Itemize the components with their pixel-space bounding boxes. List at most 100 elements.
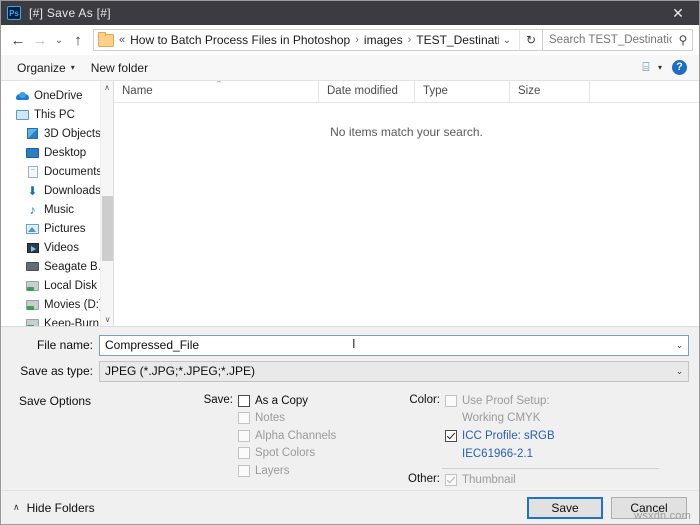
view-layout-icon[interactable]: ⌸ <box>638 60 654 75</box>
hide-folders-button[interactable]: ∧ Hide Folders <box>13 501 95 515</box>
save-as-type-row: Save as type: JPEG (*.JPG;*.JPEG;*.JPE) … <box>11 360 689 382</box>
sidebar-item-pictures[interactable]: Pictures <box>1 219 113 238</box>
navigation-pane: OneDrive This PC 3D Objects Desktop Docu… <box>1 81 113 326</box>
dialog-footer: ∧ Hide Folders Save Cancel <box>1 490 699 524</box>
new-folder-label: New folder <box>90 60 149 75</box>
column-header-name-label: Name <box>122 85 153 97</box>
checkbox-use-proof-setup <box>445 394 457 407</box>
pictures-icon <box>25 223 40 234</box>
sidebar-item-label: Movies (D:) <box>44 298 103 311</box>
sidebar-item-documents[interactable]: Documents <box>1 162 113 181</box>
external-drive-icon <box>25 262 40 271</box>
icc-profile-row: ICC Profile: sRGB <box>408 429 689 447</box>
breadcrumb-overflow-icon[interactable]: « <box>118 34 128 46</box>
alpha-channels-label: Alpha Channels <box>255 429 337 442</box>
sidebar-item-label: Documents <box>44 165 103 178</box>
sidebar-scrollbar[interactable]: ∧ ∨ <box>100 81 113 326</box>
sidebar-item-this-pc[interactable]: This PC <box>1 105 113 124</box>
chevron-down-icon[interactable]: ▾ <box>658 63 662 72</box>
color-options-group: Color: Use Proof Setup: Working CMYK ICC… <box>396 394 689 491</box>
save-as-dialog: Ps [#] Save As [#] ✕ ← → ⌄ ↑ « How to Ba… <box>0 0 700 525</box>
file-name-label: File name: <box>36 338 93 352</box>
breadcrumb-item-0[interactable]: How to Batch Process Files in Photoshop <box>128 33 352 47</box>
save-button[interactable]: Save <box>527 496 603 519</box>
window-title: [#] Save As [#] <box>29 6 111 20</box>
checkbox-as-a-copy[interactable] <box>238 394 250 407</box>
sidebar-item-seagate-backup[interactable]: Seagate Backup <box>1 257 113 276</box>
breadcrumb-separator-icon: › <box>355 34 359 46</box>
chevron-down-icon[interactable]: ⌄ <box>671 340 688 351</box>
save-alpha-channels-row: Alpha Channels <box>201 429 396 447</box>
scrollbar-thumb[interactable] <box>102 196 113 261</box>
navigation-bar: ← → ⌄ ↑ « How to Batch Process Files in … <box>1 25 699 55</box>
use-proof-setup-label: Use Proof Setup: <box>462 394 550 407</box>
sidebar-item-local-disk-c[interactable]: Local Disk (C:) <box>1 276 113 295</box>
refresh-icon[interactable]: ↻ <box>519 30 542 50</box>
organize-label: Organize <box>17 60 66 75</box>
scroll-up-icon[interactable]: ∧ <box>101 81 113 94</box>
video-icon <box>25 242 40 253</box>
back-icon[interactable]: ← <box>7 29 29 51</box>
organize-button[interactable]: Organize ▾ <box>9 59 83 77</box>
address-bar[interactable]: « How to Batch Process Files in Photosho… <box>93 29 543 51</box>
column-header-name[interactable]: Name ⌃ <box>114 81 319 102</box>
other-group-label: Other: <box>408 472 440 485</box>
empty-list-message: No items match your search. <box>330 125 483 139</box>
save-as-type-select[interactable]: JPEG (*.JPG;*.JPEG;*.JPE) ⌄ <box>99 360 689 382</box>
help-icon[interactable]: ? <box>672 60 687 75</box>
thumbnail-row: Other: Thumbnail <box>408 473 689 491</box>
column-header-size[interactable]: Size <box>510 81 590 102</box>
close-icon[interactable]: ✕ <box>657 1 699 25</box>
breadcrumb-separator-icon: › <box>407 34 412 46</box>
chevron-down-icon[interactable]: ⌄ <box>671 366 688 377</box>
breadcrumb-item-1[interactable]: images <box>362 33 405 47</box>
column-header-row: Name ⌃ Date modified Type Size <box>114 81 699 103</box>
checkbox-layers <box>238 464 250 477</box>
recent-locations-icon[interactable]: ⌄ <box>51 29 67 51</box>
folder-icon <box>98 31 114 47</box>
scroll-down-icon[interactable]: ∨ <box>101 313 113 326</box>
checkbox-icc-profile[interactable] <box>445 430 457 442</box>
sidebar-item-desktop[interactable]: Desktop <box>1 143 113 162</box>
sidebar-item-label: Desktop <box>44 146 87 159</box>
sidebar-item-videos[interactable]: Videos <box>1 238 113 257</box>
column-header-type[interactable]: Type <box>415 81 510 102</box>
sidebar-item-downloads[interactable]: ⬇ Downloads <box>1 181 113 200</box>
sidebar-item-label: 3D Objects <box>44 127 101 140</box>
search-input[interactable] <box>543 33 674 47</box>
sidebar-item-music[interactable]: ♪ Music <box>1 200 113 219</box>
breadcrumb-item-2[interactable]: TEST_Destination <box>414 33 498 47</box>
cancel-button[interactable]: Cancel <box>611 496 687 519</box>
file-name-row: File name: Compressed_File I ⌄ <box>11 334 689 356</box>
monitor-icon <box>15 109 30 120</box>
column-header-filler <box>590 81 699 102</box>
save-as-type-label: Save as type: <box>20 364 93 378</box>
checkbox-notes <box>238 412 250 424</box>
new-folder-button[interactable]: New folder <box>83 59 156 77</box>
command-bar: Organize ▾ New folder ⌸ ▾ ? <box>1 55 699 81</box>
search-box[interactable]: ⚲ <box>543 29 693 51</box>
sidebar-item-label: This PC <box>34 108 75 121</box>
icc-profile-value: IEC61966-2.1 <box>462 447 533 460</box>
box-icon <box>25 128 40 139</box>
sidebar-item-keep-burn-f[interactable]: Keep-Burn (F:) <box>1 314 113 326</box>
file-name-value: Compressed_File <box>105 338 200 352</box>
sidebar-item-label: Pictures <box>44 222 86 235</box>
sidebar-item-label: Music <box>44 203 75 216</box>
sidebar-item-3d-objects[interactable]: 3D Objects <box>1 124 113 143</box>
sidebar-item-onedrive[interactable]: OneDrive <box>1 86 113 105</box>
search-icon[interactable]: ⚲ <box>674 33 692 47</box>
drive-icon <box>25 299 40 310</box>
notes-label: Notes <box>255 412 286 424</box>
use-proof-setup-row: Color: Use Proof Setup: <box>408 394 689 412</box>
chevron-up-icon: ∧ <box>13 502 20 512</box>
breadcrumb-dropdown-icon[interactable]: ⌄ <box>499 35 519 46</box>
sidebar-item-label: OneDrive <box>34 89 83 102</box>
up-icon[interactable]: ↑ <box>67 29 89 51</box>
file-name-input[interactable]: Compressed_File I ⌄ <box>99 334 689 356</box>
column-header-date-modified[interactable]: Date modified <box>319 81 415 102</box>
thumbnail-label: Thumbnail <box>462 473 516 486</box>
sidebar-item-movies-d[interactable]: Movies (D:) <box>1 295 113 314</box>
save-spot-colors-row: Spot Colors <box>201 446 396 464</box>
text-cursor-icon: I <box>352 335 356 351</box>
